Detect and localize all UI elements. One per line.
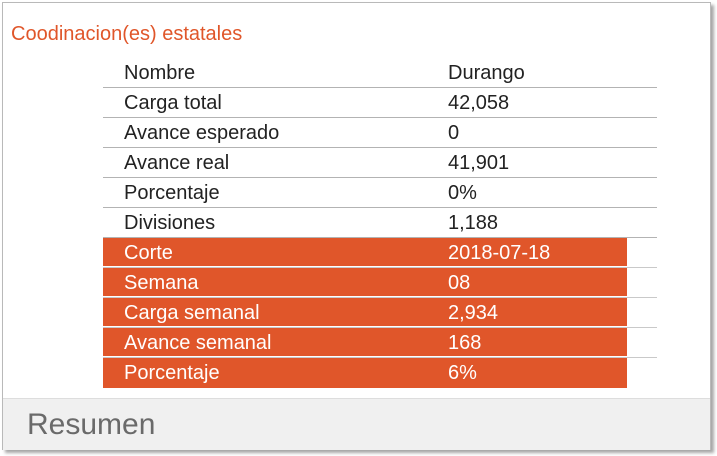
table-row-divisiones: Divisiones 1,188 xyxy=(103,208,657,238)
row-value: 168 xyxy=(448,332,482,354)
table-row-avance-esperado: Avance esperado 0 xyxy=(103,118,657,148)
table-row-porcentaje-semanal: Porcentaje 6% xyxy=(103,358,657,388)
row-label: Avance semanal xyxy=(124,332,272,354)
row-label: Porcentaje xyxy=(124,362,220,384)
panel-title: Coodinacion(es) estatales xyxy=(11,23,243,45)
row-value: 2018-07-18 xyxy=(448,242,551,264)
row-label: Corte xyxy=(124,242,173,264)
row-value: 2,934 xyxy=(448,302,499,324)
table-row-avance-semanal: Avance semanal 168 xyxy=(103,328,657,358)
row-label: Porcentaje xyxy=(124,182,220,204)
table-row-semana: Semana 08 xyxy=(103,268,657,298)
row-label: Semana xyxy=(124,272,199,294)
table-row-nombre: Nombre Durango xyxy=(103,58,657,88)
table-row-corte: Corte 2018-07-18 xyxy=(103,238,657,268)
row-value: 6% xyxy=(448,362,477,384)
table-row-porcentaje: Porcentaje 0% xyxy=(103,178,657,208)
row-label: Divisiones xyxy=(124,212,216,234)
table-row-avance-real: Avance real 41,901 xyxy=(103,148,657,178)
table-row-carga-semanal: Carga semanal 2,934 xyxy=(103,298,657,328)
footer-title: Resumen xyxy=(27,408,156,441)
row-value: 0 xyxy=(448,122,460,144)
row-value: 1,188 xyxy=(448,212,499,234)
row-label: Nombre xyxy=(124,62,196,84)
row-value: 42,058 xyxy=(448,92,510,114)
row-value: Durango xyxy=(448,62,525,84)
summary-table: Nombre Durango Carga total 42,058 Avance… xyxy=(103,58,657,388)
coordinaciones-panel: Coodinacion(es) estatales Nombre Durango… xyxy=(2,2,711,450)
row-label: Carga total xyxy=(124,92,222,114)
row-value: 41,901 xyxy=(448,152,510,174)
table-row-carga-total: Carga total 42,058 xyxy=(103,88,657,118)
row-label: Carga semanal xyxy=(124,302,260,324)
panel-footer: Resumen xyxy=(3,398,710,450)
row-value: 0% xyxy=(448,182,477,204)
row-value: 08 xyxy=(448,272,471,294)
row-label: Avance real xyxy=(124,152,230,174)
row-label: Avance esperado xyxy=(124,122,280,144)
